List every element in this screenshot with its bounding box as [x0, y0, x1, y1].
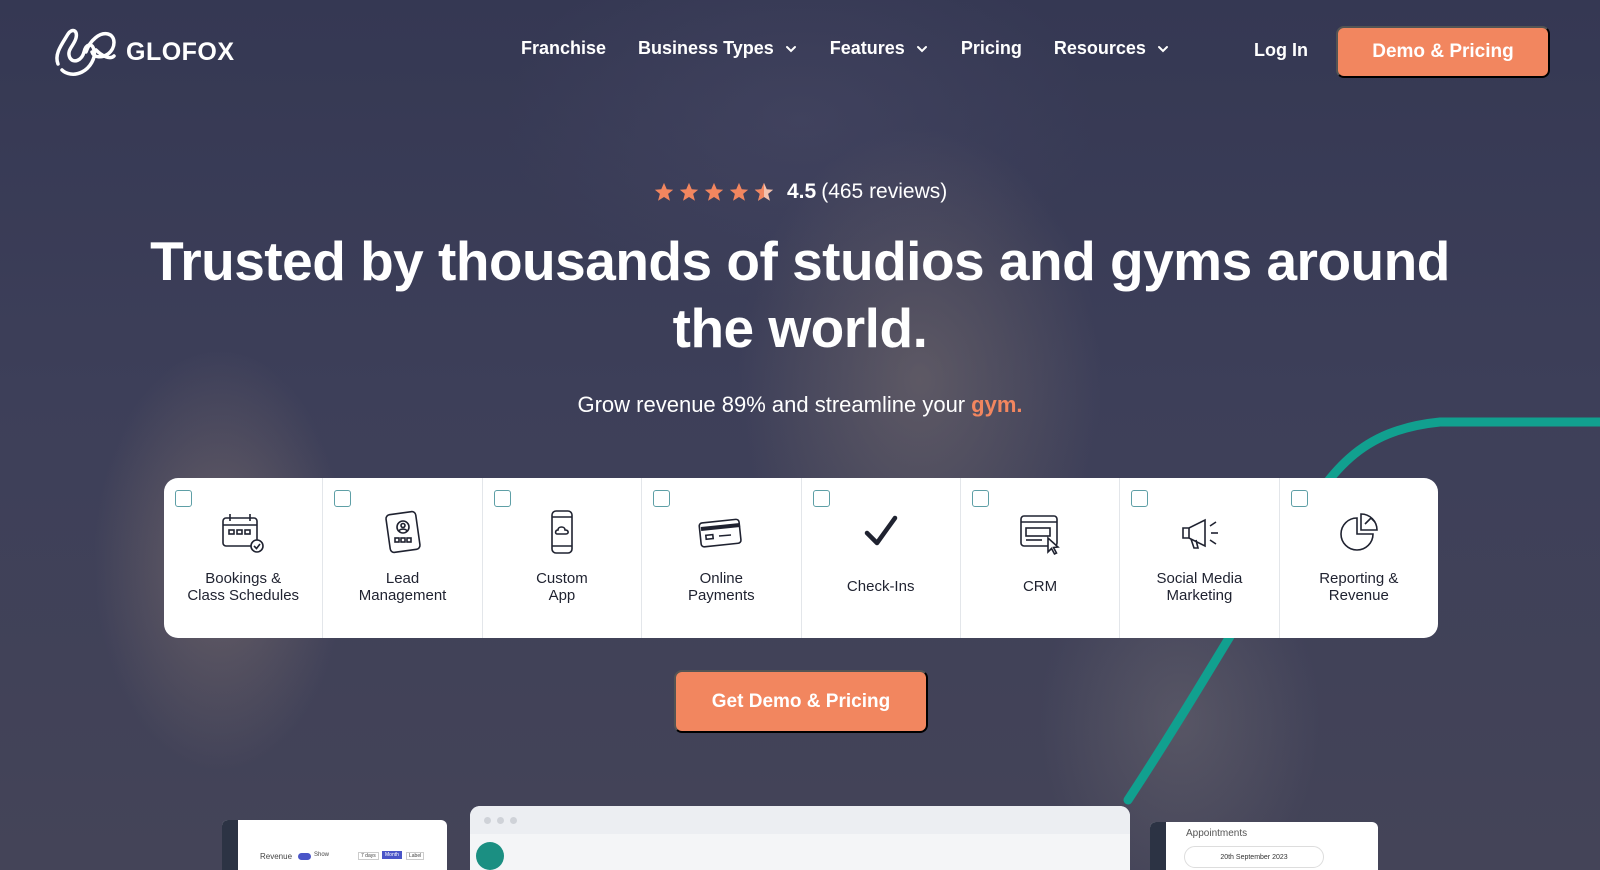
feature-label: Online Payments	[687, 570, 755, 604]
preview-window-bar	[470, 806, 1130, 834]
preview-sidebar	[1150, 822, 1166, 870]
preview-toggle-label: Show	[314, 852, 330, 858]
feature-label: Bookings & Class Schedules	[187, 570, 300, 604]
feature-checkbox[interactable]	[812, 490, 830, 507]
preview-revenue-title: Revenue	[260, 852, 293, 861]
calendar-icon	[222, 514, 264, 553]
mobile-app-icon	[551, 510, 573, 554]
preview-toggle	[298, 853, 311, 860]
feature-label: CRM	[1022, 578, 1058, 595]
feature-checkbox[interactable]	[1290, 490, 1308, 507]
review-count: (465 reviews)	[821, 180, 948, 203]
rating-score: 4.5	[787, 180, 817, 203]
brand-logo[interactable]: GLOFOX	[52, 24, 235, 80]
nav-item-label: Pricing	[960, 38, 1022, 58]
window-dot	[497, 816, 504, 824]
demo-pricing-button[interactable]: Demo & Pricing	[1336, 26, 1550, 78]
rating-summary: 4.5 (465 reviews)	[653, 180, 947, 204]
hero-subtitle: Grow revenue 89% and streamline your gym.	[300, 392, 1300, 418]
preview-sidebar	[222, 820, 238, 870]
star-icon	[679, 182, 699, 201]
preview-date-pill: 20th September 2023	[1184, 846, 1324, 868]
feature-reporting-revenue[interactable]: Reporting & Revenue	[1280, 478, 1438, 638]
pie-chart-icon	[1340, 513, 1378, 551]
preview-appointments-title: Appointments	[1186, 828, 1248, 839]
feature-social-media-marketing[interactable]: Social Media Marketing	[1120, 478, 1280, 638]
megaphone-icon	[1182, 518, 1219, 549]
feature-checkbox[interactable]	[1131, 490, 1149, 507]
chevron-down-icon	[916, 45, 927, 52]
feature-label: Check-Ins	[846, 578, 915, 595]
nav-item-franchise[interactable]: Franchise	[521, 38, 606, 59]
feature-check-ins[interactable]: Check-Ins	[802, 478, 961, 638]
window-dot	[510, 816, 517, 824]
star-icon	[654, 182, 674, 201]
dashboard-preview-card	[470, 806, 1130, 870]
hero-background-image	[0, 0, 1600, 870]
feature-checkbox[interactable]	[493, 490, 511, 507]
lead-badge-icon	[384, 510, 421, 554]
chevron-down-icon	[1157, 45, 1168, 52]
feature-bookings[interactable]: Bookings & Class Schedules	[164, 478, 324, 638]
revenue-preview-card: Revenue Show 7 days Month Label	[222, 820, 447, 870]
nav-links: Franchise Business Types Features Pricin…	[521, 38, 1170, 59]
chevron-down-icon	[785, 45, 796, 52]
feature-checkbox[interactable]	[971, 490, 989, 507]
glofox-logo-icon	[55, 28, 116, 76]
feature-checkbox[interactable]	[334, 490, 352, 507]
preview-range-option: Label	[406, 852, 425, 860]
nav-item-pricing[interactable]: Pricing	[961, 38, 1022, 59]
top-navigation: GLOFOX Franchise Business Types Features…	[0, 0, 1600, 100]
hero-subtitle-text: Grow revenue 89% and streamline your	[577, 392, 966, 417]
nav-item-features[interactable]: Features	[830, 38, 929, 59]
star-icon	[704, 182, 724, 201]
star-icon	[729, 182, 749, 201]
nav-item-business-types[interactable]: Business Types	[638, 38, 798, 59]
nav-item-label: Business Types	[638, 38, 774, 58]
hero-subtitle-highlight: gym.	[971, 392, 1023, 417]
credit-card-icon	[698, 518, 743, 548]
nav-item-resources[interactable]: Resources	[1054, 38, 1170, 59]
preview-range-option: 7 days	[358, 852, 379, 860]
nav-item-label: Franchise	[521, 38, 607, 58]
login-link[interactable]: Log In	[1254, 40, 1308, 61]
feature-checkbox[interactable]	[175, 490, 192, 507]
get-demo-pricing-button[interactable]: Get Demo & Pricing	[674, 670, 928, 733]
feature-custom-app[interactable]: Custom App	[483, 478, 643, 638]
window-dot	[484, 816, 491, 824]
feature-crm[interactable]: CRM	[961, 478, 1121, 638]
feature-label: Lead Management	[358, 570, 447, 604]
preview-range-option: Month	[382, 851, 402, 859]
star-rating	[653, 181, 775, 203]
nav-item-label: Features	[829, 38, 905, 58]
feature-online-payments[interactable]: Online Payments	[642, 478, 802, 638]
feature-label: Custom App	[536, 570, 588, 604]
preview-app-logo-icon	[476, 842, 504, 870]
checkmark-icon	[864, 515, 897, 546]
feature-lead-management[interactable]: Lead Management	[323, 478, 483, 638]
feature-selector: Bookings & Class Schedules Lead Manageme…	[164, 478, 1438, 638]
nav-item-label: Resources	[1053, 38, 1146, 58]
half-star-icon	[754, 182, 774, 201]
feature-checkbox[interactable]	[653, 490, 671, 507]
feature-label: Reporting & Revenue	[1319, 570, 1399, 604]
feature-label: Social Media Marketing	[1156, 570, 1243, 604]
crm-window-icon	[1020, 515, 1060, 556]
brand-name: GLOFOX	[126, 37, 235, 66]
hero-headline: Trusted by thousands of studios and gyms…	[150, 230, 1450, 359]
appointments-preview-card: Appointments 20th September 2023	[1150, 822, 1378, 870]
